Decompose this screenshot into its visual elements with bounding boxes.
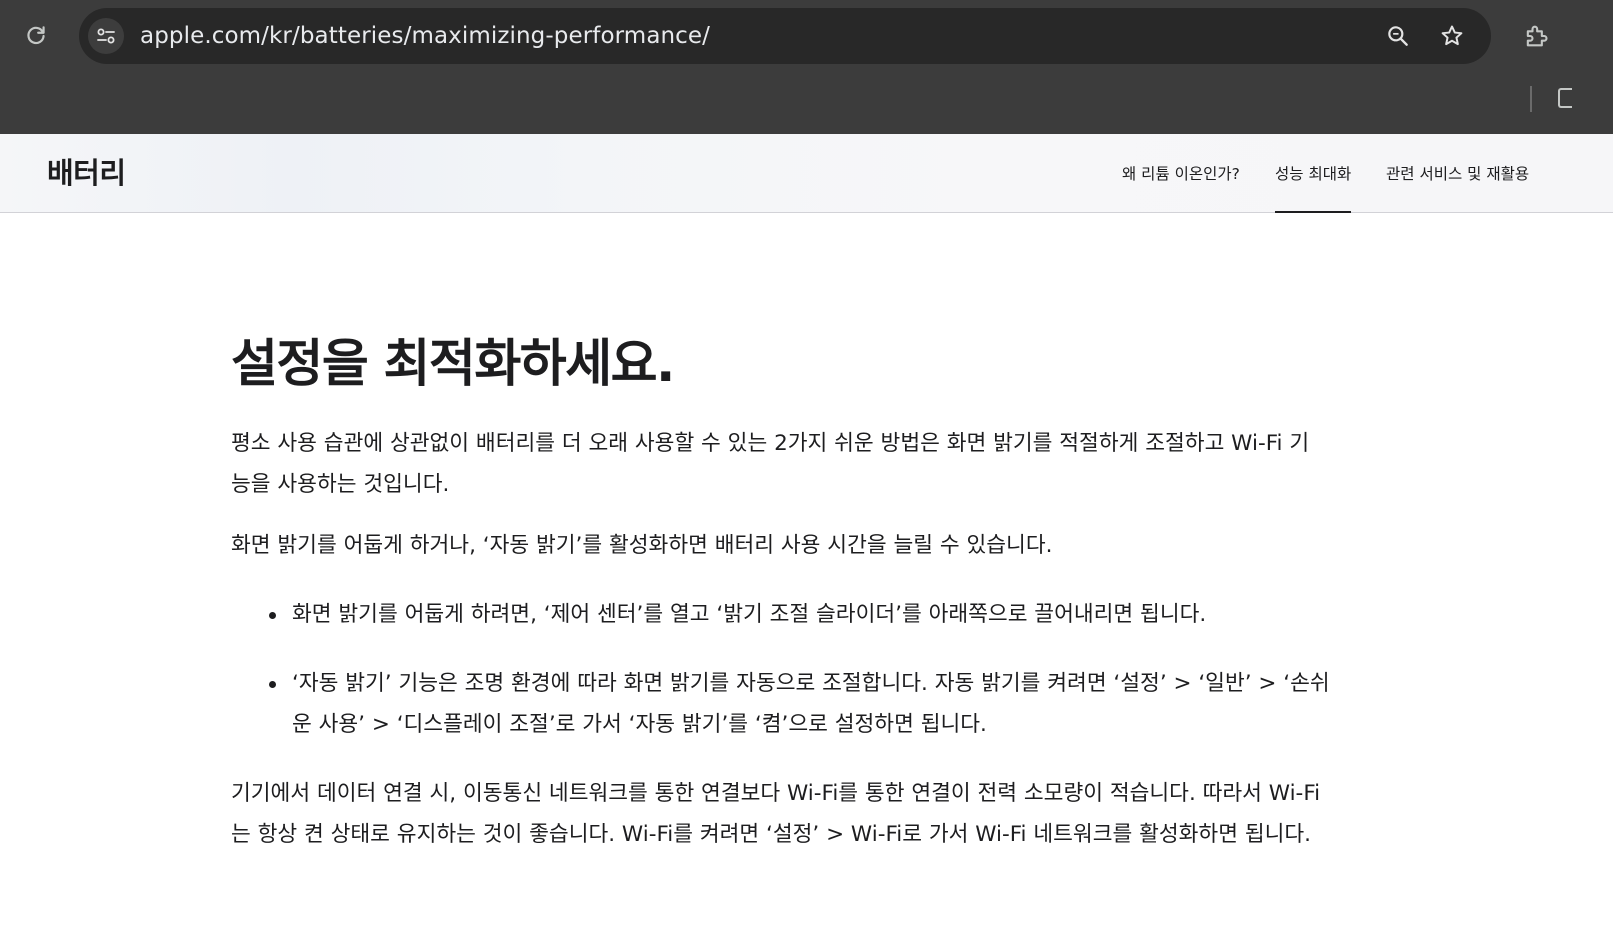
list-item: ‘자동 밝기’ 기능은 조명 환경에 따라 화면 밝기를 자동으로 조절합니다.… <box>231 663 1341 745</box>
reload-icon[interactable] <box>18 18 54 54</box>
side-panel-icon[interactable] <box>1558 88 1572 108</box>
main-content: 설정을 최적화하세요. 평소 사용 습관에 상관없이 배터리를 더 오래 사용할… <box>231 326 1341 847</box>
url-text[interactable]: apple.com/kr/batteries/maximizing-perfor… <box>140 8 710 64</box>
nav-link-maximizing-performance[interactable]: 성능 최대화 <box>1275 134 1352 213</box>
brightness-paragraph: 화면 밝기를 어둡게 하거나, ‘자동 밝기’를 활성화하면 배터리 사용 시간… <box>231 533 1053 558</box>
local-nav: 배터리 왜 리튬 이온인가? 성능 최대화 관련 서비스 및 재활용 <box>0 134 1613 213</box>
browser-toolbar: apple.com/kr/batteries/maximizing-perfor… <box>0 0 1613 134</box>
zoom-icon[interactable] <box>1380 18 1416 54</box>
bookmark-star-icon[interactable] <box>1434 18 1470 54</box>
list-item: 화면 밝기를 어둡게 하려면, ‘제어 센터’를 열고 ‘밝기 조절 슬라이더’… <box>231 594 1341 635</box>
intro-paragraph: 평소 사용 습관에 상관없이 배터리를 더 오래 사용할 수 있는 2가지 쉬운… <box>231 431 1310 497</box>
page-heading: 설정을 최적화하세요. <box>231 335 675 394</box>
site-info-icon[interactable] <box>88 18 124 54</box>
nav-link-why-lithium[interactable]: 왜 리튬 이온인가? <box>1122 134 1240 212</box>
nav-link-service-recycling[interactable]: 관련 서비스 및 재활용 <box>1386 134 1529 212</box>
extensions-icon[interactable] <box>1518 18 1554 54</box>
address-bar[interactable]: apple.com/kr/batteries/maximizing-perfor… <box>79 8 1491 64</box>
nav-title[interactable]: 배터리 <box>47 134 126 212</box>
brightness-tips-list: 화면 밝기를 어둡게 하려면, ‘제어 센터’를 열고 ‘밝기 조절 슬라이더’… <box>231 594 1341 745</box>
wifi-paragraph: 기기에서 데이터 연결 시, 이동통신 네트워크를 통한 연결보다 Wi-Fi를… <box>231 781 1321 847</box>
toolbar-divider <box>1530 86 1532 112</box>
